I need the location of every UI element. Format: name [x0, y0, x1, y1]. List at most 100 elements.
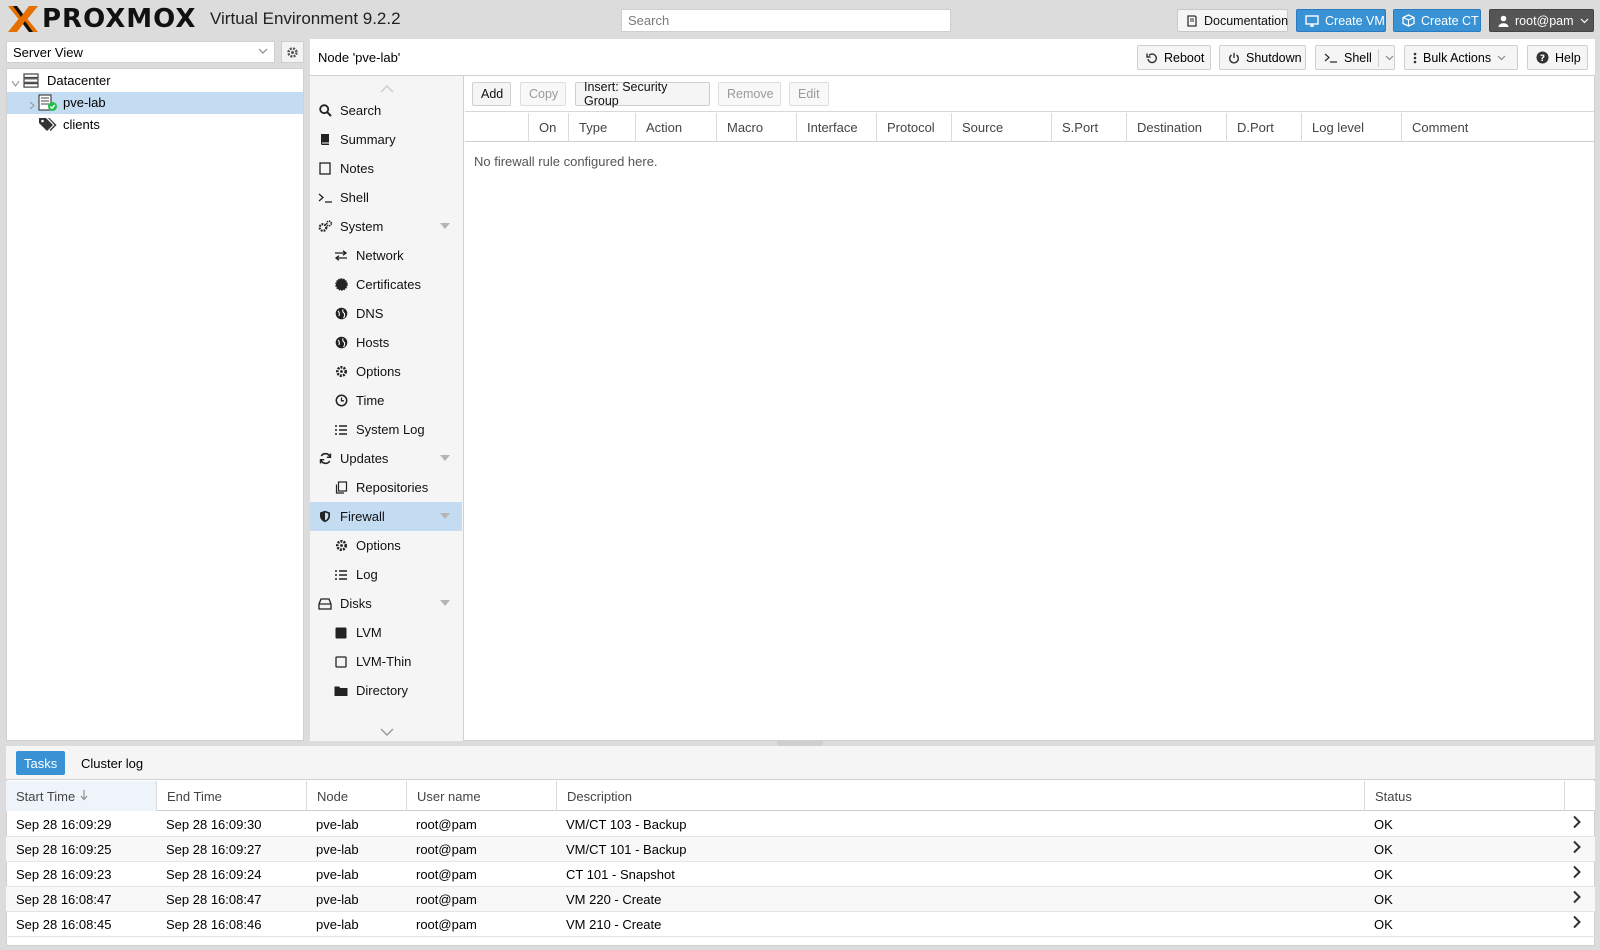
- scroll-down-icon[interactable]: [380, 724, 394, 739]
- menu-item-system[interactable]: System: [310, 212, 462, 241]
- column-header-sport[interactable]: S.Port: [1051, 113, 1126, 142]
- column-header-description[interactable]: Description: [556, 781, 1364, 811]
- column-header-macro[interactable]: Macro: [716, 113, 796, 142]
- task-row[interactable]: Sep 28 16:08:47 Sep 28 16:08:47 pve-lab …: [6, 887, 1595, 912]
- menu-item-repositories[interactable]: Repositories: [310, 473, 462, 502]
- collapse-caret-icon[interactable]: [440, 600, 450, 606]
- menu-item-label: System Log: [356, 422, 425, 437]
- menu-item-notes[interactable]: Notes: [310, 154, 462, 183]
- add-rule-button[interactable]: Add: [472, 82, 511, 106]
- column-header-user[interactable]: User name: [406, 781, 556, 811]
- column-header-on[interactable]: On: [528, 113, 568, 142]
- desktop-icon: [1305, 14, 1319, 27]
- edit-rule-button[interactable]: Edit: [789, 82, 829, 106]
- task-end-time: Sep 28 16:09:30: [166, 817, 262, 832]
- menu-item-dns[interactable]: DNS: [310, 299, 462, 328]
- shell-button[interactable]: Shell: [1315, 45, 1395, 70]
- menu-item-directory[interactable]: Directory: [310, 676, 462, 705]
- menu-item-firewall-options[interactable]: Options: [310, 531, 462, 560]
- task-end-time: Sep 28 16:08:46: [166, 917, 262, 932]
- column-header-end-time[interactable]: End Time: [156, 781, 306, 811]
- chevron-right-icon[interactable]: [1572, 915, 1581, 932]
- menu-item-certificates[interactable]: Certificates: [310, 270, 462, 299]
- insert-security-group-button[interactable]: Insert: Security Group: [575, 80, 710, 108]
- tree-item-datacenter[interactable]: Datacenter: [7, 70, 303, 92]
- menu-item-updates[interactable]: Updates: [310, 444, 462, 473]
- task-row[interactable]: Sep 28 16:09:29 Sep 28 16:09:30 pve-lab …: [6, 812, 1595, 837]
- content-header: [310, 39, 1595, 76]
- column-header-status[interactable]: Status: [1364, 781, 1564, 811]
- menu-item-lvm-thin[interactable]: LVM-Thin: [310, 647, 462, 676]
- scroll-up-icon[interactable]: [380, 81, 394, 96]
- square-outline-icon: [333, 655, 349, 668]
- create-vm-button[interactable]: Create VM: [1296, 9, 1386, 32]
- proxmox-logo[interactable]: PROXMOX: [6, 3, 196, 35]
- column-header-destination[interactable]: Destination: [1126, 113, 1226, 142]
- menu-item-time[interactable]: Time: [310, 386, 462, 415]
- task-user: root@pam: [416, 892, 477, 907]
- tree-item-clients[interactable]: clients: [7, 114, 303, 136]
- chevron-down-icon[interactable]: [1377, 48, 1394, 67]
- column-header-type[interactable]: Type: [568, 113, 635, 142]
- column-header-protocol[interactable]: Protocol: [876, 113, 951, 142]
- column-header-start-time[interactable]: Start Time: [6, 781, 156, 811]
- menu-item-network[interactable]: Network: [310, 241, 462, 270]
- chevron-right-icon[interactable]: [1572, 890, 1581, 907]
- view-settings-button[interactable]: [281, 41, 304, 63]
- help-label: Help: [1555, 50, 1581, 65]
- collapse-caret-icon[interactable]: [440, 455, 450, 461]
- reboot-button[interactable]: Reboot: [1137, 45, 1211, 70]
- menu-item-firewall-log[interactable]: Log: [310, 560, 462, 589]
- tab-cluster-log[interactable]: Cluster log: [73, 751, 151, 775]
- task-row[interactable]: Sep 28 16:09:25 Sep 28 16:09:27 pve-lab …: [6, 837, 1595, 862]
- menu-item-lvm[interactable]: LVM: [310, 618, 462, 647]
- help-button[interactable]: ? Help: [1527, 45, 1588, 70]
- task-user: root@pam: [416, 842, 477, 857]
- remove-rule-button[interactable]: Remove: [718, 82, 781, 106]
- create-ct-button[interactable]: Create CT: [1393, 9, 1481, 32]
- menu-item-search[interactable]: Search: [310, 96, 462, 125]
- task-description: VM/CT 101 - Backup: [566, 842, 687, 857]
- shutdown-button[interactable]: Shutdown: [1219, 45, 1306, 70]
- task-row[interactable]: Sep 28 16:08:45 Sep 28 16:08:46 pve-lab …: [6, 912, 1595, 937]
- refresh-icon: [317, 452, 333, 465]
- collapse-caret-icon[interactable]: [440, 513, 450, 519]
- search-input[interactable]: [621, 9, 951, 32]
- menu-item-label: Notes: [340, 161, 374, 176]
- collapse-caret-icon[interactable]: [440, 223, 450, 229]
- column-header-log-level[interactable]: Log level: [1301, 113, 1401, 142]
- menu-item-hosts[interactable]: Hosts: [310, 328, 462, 357]
- user-menu-button[interactable]: root@pam: [1489, 9, 1594, 32]
- task-row[interactable]: Sep 28 16:09:23 Sep 28 16:09:24 pve-lab …: [6, 862, 1595, 887]
- gear-icon: [333, 365, 349, 378]
- column-header-dport[interactable]: D.Port: [1226, 113, 1301, 142]
- chevron-right-icon[interactable]: [1572, 865, 1581, 882]
- column-header-node[interactable]: Node: [306, 781, 406, 811]
- menu-item-firewall[interactable]: Firewall: [310, 502, 462, 531]
- menu-item-disks[interactable]: Disks: [310, 589, 462, 618]
- column-header-source[interactable]: Source: [951, 113, 1051, 142]
- chevron-right-icon[interactable]: [1572, 815, 1581, 832]
- tree-item-pve-lab[interactable]: pve-lab: [7, 92, 303, 114]
- column-header-comment[interactable]: Comment: [1401, 113, 1594, 142]
- task-node: pve-lab: [316, 892, 359, 907]
- question-circle-icon: ?: [1536, 51, 1549, 64]
- tab-tasks[interactable]: Tasks: [16, 751, 66, 775]
- copy-rule-button[interactable]: Copy: [520, 82, 566, 106]
- terminal-icon: [1324, 53, 1338, 63]
- menu-item-system-options[interactable]: Options: [310, 357, 462, 386]
- menu-item-system-log[interactable]: System Log: [310, 415, 462, 444]
- column-header-interface[interactable]: Interface: [796, 113, 876, 142]
- chevron-right-icon[interactable]: [1572, 840, 1581, 857]
- globe-icon: [333, 307, 349, 320]
- menu-item-summary[interactable]: Summary: [310, 125, 462, 154]
- task-start-time: Sep 28 16:09:29: [16, 817, 112, 832]
- bulk-actions-button[interactable]: Bulk Actions: [1404, 45, 1518, 70]
- menu-item-shell[interactable]: Shell: [310, 183, 462, 212]
- documentation-button[interactable]: Documentation: [1177, 9, 1288, 32]
- gear-icon: [333, 539, 349, 552]
- column-header-action[interactable]: Action: [635, 113, 716, 142]
- view-selector[interactable]: Server View: [6, 41, 275, 63]
- content-panel: [310, 39, 1595, 741]
- create-ct-label: Create CT: [1421, 13, 1479, 28]
